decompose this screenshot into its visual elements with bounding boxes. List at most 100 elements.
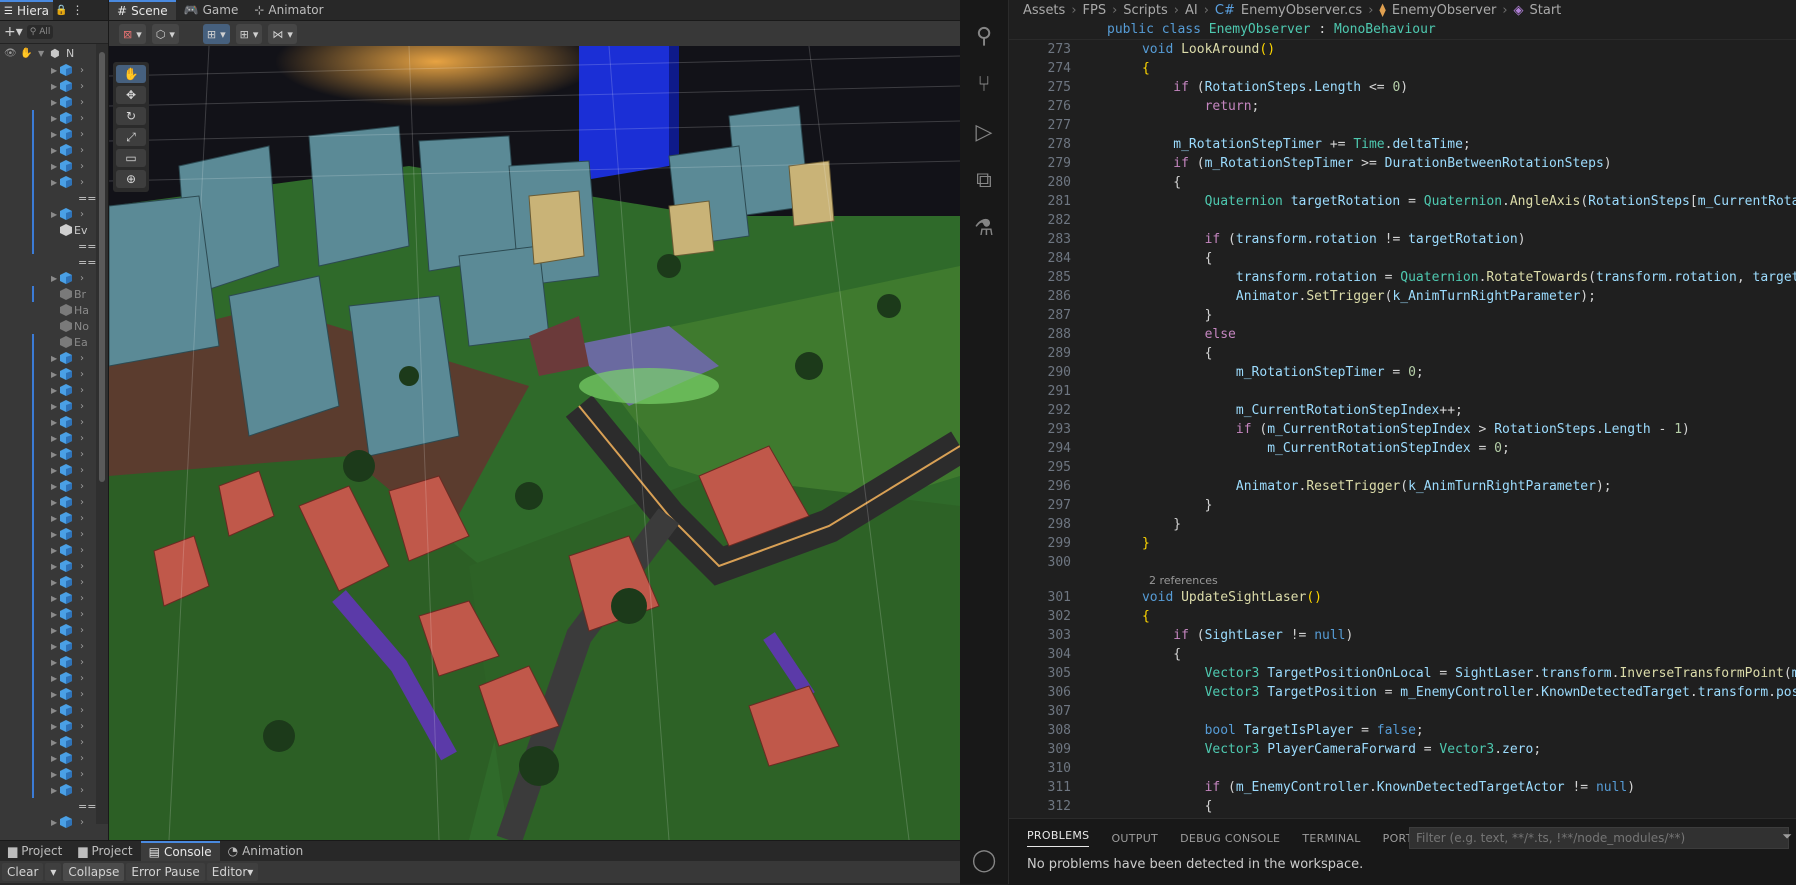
source-control-icon[interactable]: ⑂	[960, 60, 1008, 108]
expand-arrow-icon[interactable]: ▶	[51, 818, 57, 827]
hierarchy-item[interactable]: ▶ ›	[0, 366, 108, 382]
prefab-open-icon[interactable]: ›	[80, 737, 84, 748]
hierarchy-item[interactable]: ==	[0, 190, 108, 206]
expand-arrow-icon[interactable]: ▶	[51, 402, 57, 411]
prefab-open-icon[interactable]: ›	[80, 65, 84, 76]
hierarchy-item[interactable]: ▶ ›	[0, 670, 108, 686]
hierarchy-item[interactable]: ▶ ›	[0, 382, 108, 398]
prefab-open-icon[interactable]: ›	[80, 465, 84, 476]
hierarchy-item[interactable]: ▶ ›	[0, 62, 108, 78]
expand-arrow-icon[interactable]: ▶	[51, 434, 57, 443]
prefab-open-icon[interactable]: ›	[80, 113, 84, 124]
prefab-open-icon[interactable]: ›	[80, 657, 84, 668]
hand-tool-button[interactable]: ✋	[116, 65, 146, 83]
breadcrumb-item[interactable]: Assets	[1023, 3, 1065, 18]
expand-arrow-icon[interactable]: ▶	[51, 626, 57, 635]
hierarchy-item[interactable]: ▶ ›	[0, 558, 108, 574]
grid-options-button[interactable]: ⊞ ▾	[235, 24, 263, 44]
prefab-open-icon[interactable]: ›	[80, 561, 84, 572]
expand-arrow-icon[interactable]: ▶	[51, 418, 57, 427]
breadcrumb-item[interactable]: Scripts	[1123, 3, 1167, 18]
code-lens[interactable]: 2 references	[1009, 572, 1796, 588]
rotate-tool-button[interactable]: ↻	[116, 107, 146, 125]
expand-arrow-icon[interactable]: ▶	[51, 210, 57, 219]
expand-arrow-icon[interactable]: ▶	[51, 162, 57, 171]
scale-tool-button[interactable]: ⤢	[116, 128, 146, 146]
tab-output[interactable]: OUTPUT	[1111, 832, 1158, 845]
prefab-open-icon[interactable]: ›	[80, 129, 84, 140]
rect-tool-button[interactable]: ▭	[116, 149, 146, 167]
hierarchy-item[interactable]: ▶ ›	[0, 142, 108, 158]
hierarchy-item[interactable]: Br	[0, 286, 108, 302]
prefab-open-icon[interactable]: ›	[80, 273, 84, 284]
expand-arrow-icon[interactable]: ▶	[51, 562, 57, 571]
prefab-open-icon[interactable]: ›	[80, 177, 84, 188]
hierarchy-item[interactable]: ▶ ›	[0, 158, 108, 174]
prefab-open-icon[interactable]: ›	[80, 689, 84, 700]
editor-dropdown[interactable]: Editor ▾	[206, 863, 259, 881]
prefab-open-icon[interactable]: ›	[80, 721, 84, 732]
error-pause-button[interactable]: Error Pause	[126, 863, 205, 881]
hierarchy-item[interactable]: ▶ ›	[0, 734, 108, 750]
hierarchy-item[interactable]: ▶ ›	[0, 526, 108, 542]
hierarchy-item[interactable]: ▶ ›	[0, 574, 108, 590]
expand-arrow-icon[interactable]: ▶	[51, 466, 57, 475]
hierarchy-item[interactable]: ▶ ›	[0, 702, 108, 718]
sticky-scroll-header[interactable]: public class EnemyObserver : MonoBehavio…	[1009, 20, 1796, 40]
expand-arrow-icon[interactable]: ▶	[51, 450, 57, 459]
breadcrumb-item[interactable]: Start	[1530, 3, 1562, 18]
tab-scene[interactable]: # Scene	[109, 0, 176, 20]
hierarchy-item[interactable]: ▶ ›	[0, 542, 108, 558]
hierarchy-item[interactable]: ▶ ›	[0, 270, 108, 286]
prefab-open-icon[interactable]: ›	[80, 385, 84, 396]
hierarchy-item[interactable]: ▶ ›	[0, 718, 108, 734]
hierarchy-item[interactable]: ▶ ›	[0, 462, 108, 478]
hierarchy-item[interactable]: ▶ ›	[0, 510, 108, 526]
tab-console[interactable]: ▤ Console	[140, 841, 220, 861]
hierarchy-item[interactable]: ▶ ›	[0, 78, 108, 94]
prefab-open-icon[interactable]: ›	[80, 513, 84, 524]
prefab-open-icon[interactable]: ›	[80, 81, 84, 92]
filter-icon[interactable]: ⏷	[1782, 829, 1792, 844]
breadcrumb-item[interactable]: FPS	[1083, 3, 1107, 18]
tab-project-2[interactable]: ▆ Project	[70, 841, 140, 861]
prefab-open-icon[interactable]: ›	[80, 641, 84, 652]
expand-arrow-icon[interactable]: ▶	[51, 754, 57, 763]
prefab-open-icon[interactable]: ›	[80, 529, 84, 540]
prefab-open-icon[interactable]: ›	[80, 417, 84, 428]
expand-arrow-icon[interactable]: ▶	[51, 386, 57, 395]
account-icon[interactable]: ◯	[960, 836, 1008, 884]
move-tool-button[interactable]: ✥	[116, 86, 146, 104]
hierarchy-item[interactable]: ▶ ›	[0, 478, 108, 494]
prefab-open-icon[interactable]: ›	[80, 673, 84, 684]
hierarchy-item[interactable]: ▶ ›	[0, 766, 108, 782]
expand-arrow-icon[interactable]: ▶	[51, 642, 57, 651]
expand-arrow-icon[interactable]: ▶	[51, 354, 57, 363]
hierarchy-item[interactable]: ▶ ›	[0, 494, 108, 510]
prefab-open-icon[interactable]: ›	[80, 145, 84, 156]
transform-tool-button[interactable]: ⊕	[116, 170, 146, 188]
hierarchy-scrollbar[interactable]	[96, 44, 108, 824]
hierarchy-item[interactable]: ▶ ›	[0, 350, 108, 366]
hierarchy-item[interactable]: Ev	[0, 222, 108, 238]
hierarchy-item[interactable]: Ea	[0, 334, 108, 350]
prefab-open-icon[interactable]: ›	[80, 97, 84, 108]
hierarchy-root-row[interactable]: 👁 ✋ ▼ ⬢ N ⋮	[0, 44, 108, 62]
extensions-icon[interactable]: ⧉	[960, 156, 1008, 204]
expand-arrow-icon[interactable]: ▶	[51, 610, 57, 619]
search-icon[interactable]: ⚲	[960, 12, 1008, 60]
expand-arrow-icon[interactable]: ▶	[51, 498, 57, 507]
add-icon[interactable]: +▾	[4, 24, 23, 40]
expand-arrow-icon[interactable]: ▶	[51, 594, 57, 603]
hierarchy-item[interactable]: No	[0, 318, 108, 334]
prefab-open-icon[interactable]: ›	[80, 545, 84, 556]
visibility-icon[interactable]: 👁	[4, 48, 17, 59]
prefab-open-icon[interactable]: ›	[80, 577, 84, 588]
expand-arrow-icon[interactable]: ▶	[51, 770, 57, 779]
prefab-open-icon[interactable]: ›	[80, 785, 84, 796]
breadcrumb-item[interactable]: EnemyObserver	[1392, 3, 1496, 18]
shading-mode-button[interactable]: ⬡ ▾	[151, 24, 179, 44]
expand-arrow-icon[interactable]: ▶	[51, 114, 57, 123]
hierarchy-item[interactable]: ▶ ›	[0, 174, 108, 190]
tab-hierarchy[interactable]: ☰ Hiera	[0, 0, 53, 20]
